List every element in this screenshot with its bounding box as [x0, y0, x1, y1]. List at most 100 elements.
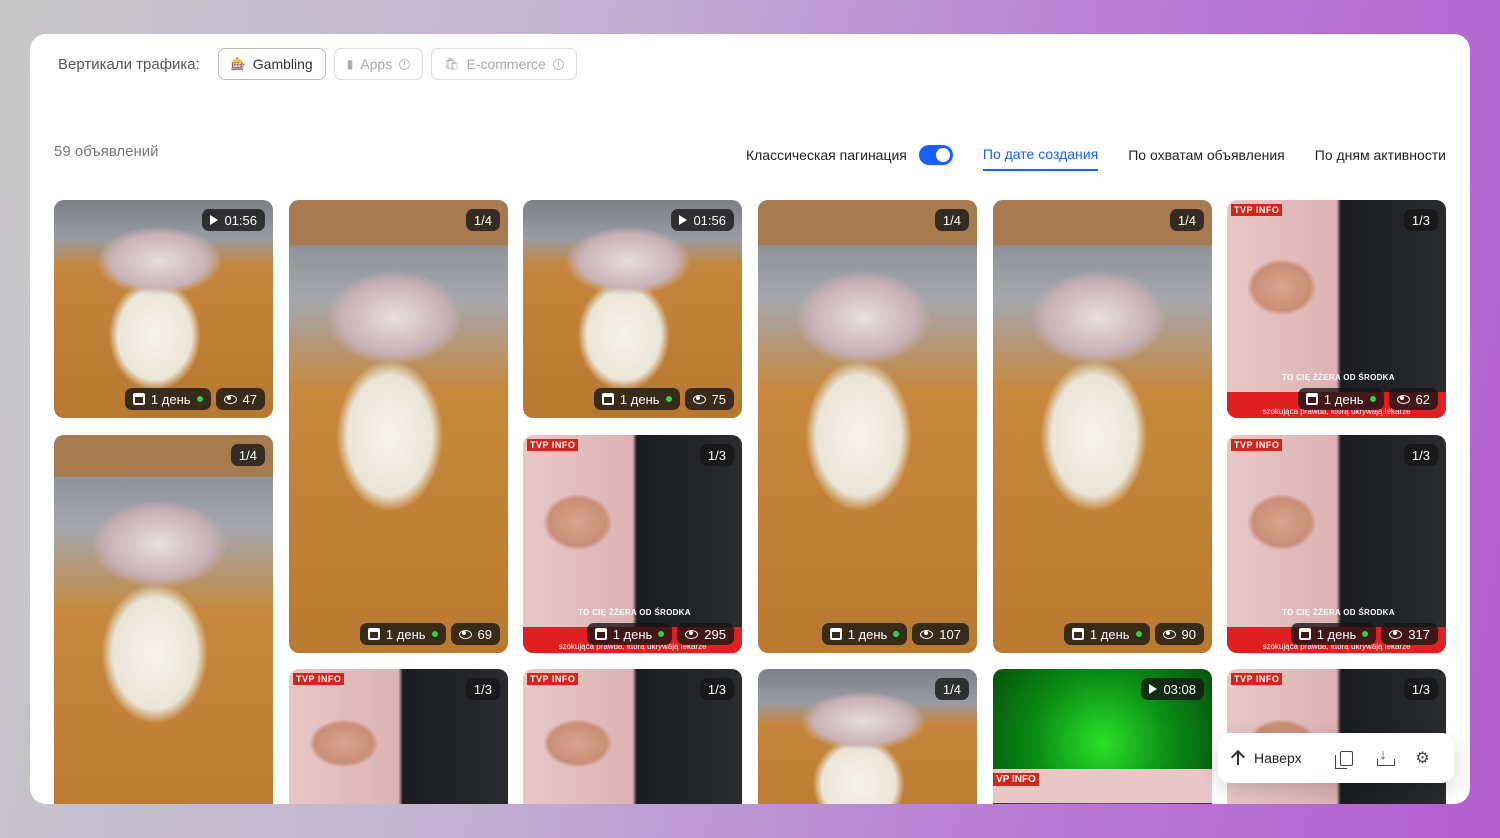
views-badge: 69 — [450, 623, 500, 645]
ad-thumbnail — [993, 200, 1212, 653]
tvp-logo: TVP INFO — [1231, 204, 1283, 216]
sort-by-date[interactable]: По дате создания — [982, 139, 1099, 171]
calendar-icon — [132, 393, 145, 405]
carousel-badge: 1/3 — [1403, 678, 1438, 700]
ad-card[interactable]: 1/4 — [758, 669, 977, 804]
sort-by-reach[interactable]: По охватам объявления — [1128, 140, 1285, 170]
badge-text: 1/4 — [1177, 212, 1196, 228]
ad-stats: 1 день 75 — [593, 388, 734, 410]
ad-stats: 1 день 69 — [359, 623, 500, 645]
download-button[interactable] — [1374, 746, 1396, 769]
chip-apps[interactable]: ▮ Apps — [333, 48, 424, 80]
ad-card[interactable]: 1/4 1 день 69 — [289, 200, 508, 653]
list-controls: Классическая пагинация По дате создания … — [746, 139, 1446, 171]
views-text: 62 — [1415, 391, 1430, 407]
calendar-icon — [829, 628, 842, 640]
views-badge: 317 — [1381, 623, 1438, 645]
ad-card[interactable]: 01:56 1 день 47 — [54, 200, 273, 418]
play-icon — [1149, 684, 1158, 694]
active-dot-icon — [1369, 396, 1376, 402]
shopping-bag-icon: 🛍 — [444, 57, 460, 71]
eye-icon — [458, 629, 472, 639]
ad-card[interactable]: 01:56 1 день 75 — [523, 200, 742, 418]
ad-card[interactable]: 1/4 1 день 107 — [758, 200, 977, 653]
video-caption-line: TO CIĘ ŻŻERA OD ŚRODKA — [1282, 373, 1395, 382]
pagination-control: Классическая пагинация — [746, 145, 953, 165]
tvp-logo: TVP INFO — [527, 439, 579, 451]
ad-thumbnail: TVP INFO TO CIĘ ŻŻERA OD ŚRODKA szokując… — [1227, 200, 1446, 418]
days-badge: 1 день — [1063, 623, 1150, 645]
ad-stats: 1 день 107 — [821, 623, 969, 645]
badge-text: 03:08 — [1163, 681, 1196, 697]
chip-label: Gambling — [252, 56, 313, 72]
carousel-badge: 1/4 — [465, 209, 500, 231]
days-badge: 1 день — [124, 388, 211, 410]
carousel-badge: 1/3 — [1403, 209, 1438, 231]
verticals-label: Вертикали трафика: — [58, 55, 200, 73]
sort-by-active-days[interactable]: По дням активности — [1315, 140, 1446, 170]
ad-card[interactable]: TVP INFO 1/3 — [523, 669, 742, 804]
pagination-label: Классическая пагинация — [745, 147, 907, 163]
ad-thumbnail: TVP INFO TO CIĘ ŻŻERA OD ŚRODKA szokując… — [523, 435, 742, 653]
ad-card[interactable]: VP INFO 03:08 — [993, 669, 1212, 804]
copy-button[interactable] — [1335, 747, 1358, 769]
eye-icon — [692, 394, 706, 404]
ad-card[interactable]: TVP INFO TO CIĘ ŻŻERA OD ŚRODKA szokując… — [523, 435, 742, 653]
badge-text: 1/3 — [473, 681, 492, 697]
days-text: 1 день — [1323, 391, 1364, 407]
scroll-top-label: Наверх — [1254, 750, 1302, 766]
carousel-badge: 1/3 — [465, 678, 500, 700]
calendar-icon — [1298, 628, 1311, 640]
ad-card[interactable]: TVP INFO TO CIĘ ŻŻERA OD ŚRODKA szokując… — [1227, 435, 1446, 653]
active-dot-icon — [1135, 631, 1142, 637]
duration-badge: 01:56 — [202, 209, 265, 231]
ad-card[interactable]: TVP INFO TO CIĘ ŻŻERA OD ŚRODKA szokując… — [1227, 200, 1446, 418]
tvp-logo: TVP INFO — [527, 673, 579, 685]
views-text: 317 — [1408, 626, 1430, 642]
main-panel: Вертикали трафика: 🎰 Gambling ▮ Apps 🛍 E… — [30, 34, 1470, 804]
chip-gambling[interactable]: 🎰 Gambling — [217, 48, 326, 80]
views-text: 69 — [477, 626, 492, 642]
eye-icon — [223, 394, 237, 404]
days-text: 1 день — [1089, 626, 1130, 642]
views-badge: 75 — [684, 388, 734, 410]
badge-text: 1/4 — [942, 681, 961, 697]
views-badge: 295 — [677, 623, 734, 645]
eye-icon — [1389, 629, 1403, 639]
ad-card[interactable]: TVP INFO 1/3 — [289, 669, 508, 804]
phone-icon: ▮ — [346, 57, 354, 71]
ad-stats: 1 день 90 — [1063, 623, 1204, 645]
ad-thumbnail — [758, 200, 977, 653]
chip-ecommerce[interactable]: 🛍 E-commerce — [431, 48, 577, 80]
chip-label: E-commerce — [466, 56, 546, 72]
views-badge: 62 — [1388, 388, 1438, 410]
carousel-badge: 1/3 — [699, 678, 734, 700]
badge-text: 1/4 — [473, 212, 492, 228]
floating-toolbar: Наверх ⚙ — [1218, 733, 1454, 783]
calendar-icon — [594, 628, 607, 640]
tvp-logo: TVP INFO — [1231, 673, 1283, 685]
ad-stats: 1 день 47 — [124, 388, 265, 410]
scroll-top-button[interactable]: Наверх — [1232, 750, 1302, 766]
eye-icon — [685, 629, 699, 639]
active-dot-icon — [893, 631, 900, 637]
days-text: 1 день — [150, 391, 191, 407]
badge-text: 1/4 — [238, 447, 257, 463]
carousel-badge: 1/3 — [699, 444, 734, 466]
ad-thumbnail — [54, 200, 273, 418]
ad-card[interactable]: 1/4 — [54, 435, 273, 804]
calendar-icon — [1071, 628, 1084, 640]
ads-grid: 01:56 1 день 47 1/4 1/4 1 день 69 TVP IN… — [54, 200, 1446, 804]
badge-text: 01:56 — [224, 212, 257, 228]
play-icon — [210, 215, 219, 225]
ad-thumbnail — [523, 200, 742, 418]
active-dot-icon — [196, 396, 203, 402]
carousel-badge: 1/3 — [1403, 444, 1438, 466]
tvp-logo: VP INFO — [993, 773, 1039, 786]
pagination-toggle[interactable] — [918, 145, 953, 165]
gear-icon: ⚙ — [1415, 750, 1430, 767]
chip-label: Apps — [360, 56, 393, 72]
settings-button[interactable]: ⚙ — [1412, 747, 1434, 769]
days-badge: 1 день — [593, 388, 680, 410]
ad-card[interactable]: 1/4 1 день 90 — [993, 200, 1212, 653]
